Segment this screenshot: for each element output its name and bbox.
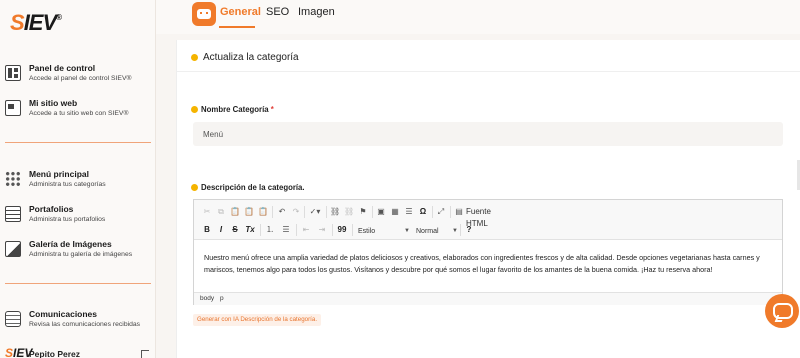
help-button[interactable]: ?	[464, 224, 474, 236]
generate-ai-button[interactable]: Generar con IA Descripción de la categor…	[193, 314, 322, 326]
path-tag-p[interactable]: p	[220, 295, 224, 302]
user-profile[interactable]: SIEV Pepito Perez	[5, 346, 153, 358]
sidebar-item-title: Portafolios	[29, 204, 74, 214]
tab-seo[interactable]: SEO	[266, 6, 289, 18]
category-name-input[interactable]	[193, 122, 783, 146]
anchor-flag-icon[interactable]: ⚑	[358, 206, 368, 218]
sidebar-item-subtitle: Revisa las comunicaciones recibidas	[29, 321, 141, 328]
sidebar-item-panel-de-control[interactable]: Panel de control Accede al panel de cont…	[5, 63, 153, 91]
sidebar-item-title: Comunicaciones	[29, 309, 98, 319]
paste-icon[interactable]: 📋	[230, 206, 240, 218]
card-title: Actualiza la categoría	[203, 52, 299, 63]
sidebar-item-subtitle: Administra tus portafolios	[29, 216, 106, 223]
source-icon[interactable]: ▤	[454, 206, 464, 218]
horizontal-rule-icon[interactable]: ☰	[404, 206, 414, 218]
info-icon	[191, 184, 198, 191]
spellcheck-icon[interactable]: ✓▾	[308, 206, 322, 218]
info-icon	[191, 54, 198, 61]
format-select[interactable]: Normal	[416, 228, 439, 235]
editor-element-path: body p	[194, 292, 782, 305]
dashboard-icon	[5, 65, 21, 81]
undo-icon[interactable]: ↶	[276, 206, 288, 218]
italic-button[interactable]: I	[216, 224, 226, 236]
sidebar-item-subtitle: Administra tu galería de imágenes	[29, 251, 133, 258]
bullet-list-icon[interactable]: ☰	[280, 224, 292, 236]
sidebar-item-portafolios[interactable]: Portafolios Administra tus portafolios	[5, 204, 153, 232]
tab-general[interactable]: General	[220, 6, 261, 18]
sidebar-item-mi-sitio-web[interactable]: Mi sitio web Accede a tu sitio web con S…	[5, 98, 153, 126]
name-label: Nombre Categoría *	[201, 105, 274, 114]
indent-icon[interactable]: ⇥	[316, 224, 328, 236]
image-icon	[5, 241, 21, 257]
source-html-button[interactable]: Fuente HTML	[466, 206, 514, 228]
active-tab-indicator	[219, 26, 255, 28]
sidebar: SIEV® Panel de control Accede al panel d…	[0, 0, 156, 358]
rich-text-editor[interactable]: ✂ ⧉ 📋 📋 📋 ↶ ↷ ✓▾ ⛓ ⛓ ⚑ ▣ ▦ ☰ Ω ⤢ ▤ Fuent…	[193, 199, 783, 305]
bold-button[interactable]: B	[202, 224, 212, 236]
sidebar-divider	[5, 283, 151, 284]
cut-icon[interactable]: ✂	[202, 206, 212, 218]
remove-format-button[interactable]: Tx	[244, 224, 256, 236]
tab-imagen[interactable]: Imagen	[298, 6, 335, 18]
sidebar-item-title: Mi sitio web	[29, 98, 78, 108]
numbered-list-icon[interactable]: ⒈	[264, 224, 276, 236]
grid-icon	[5, 171, 21, 187]
sidebar-item-title: Galería de Imágenes	[29, 239, 112, 249]
sidebar-divider	[5, 142, 151, 143]
card-header: Actualiza la categoría	[177, 40, 800, 72]
path-tag-body[interactable]: body	[200, 295, 214, 302]
chevron-down-icon: ▼	[404, 228, 410, 234]
sidebar-item-subtitle: Administra tus categorías	[29, 181, 106, 188]
sidebar-item-galeria[interactable]: Galería de Imágenes Administra tu galerí…	[5, 239, 153, 267]
paste-word-icon[interactable]: 📋	[258, 206, 268, 218]
sidebar-item-title: Menú principal	[29, 169, 89, 179]
info-icon	[191, 106, 198, 113]
style-select[interactable]: Estilo	[358, 228, 375, 235]
editor-toolbar: ✂ ⧉ 📋 📋 📋 ↶ ↷ ✓▾ ⛓ ⛓ ⚑ ▣ ▦ ☰ Ω ⤢ ▤ Fuent…	[194, 200, 782, 240]
logout-icon[interactable]	[141, 350, 149, 358]
document-icon	[5, 206, 21, 222]
table-icon[interactable]: ▦	[390, 206, 400, 218]
sidebar-item-menu-principal[interactable]: Menú principal Administra tus categorías	[5, 169, 153, 197]
website-icon	[5, 100, 21, 116]
description-label: Descripción de la categoría.	[201, 183, 305, 192]
unlink-icon[interactable]: ⛓	[344, 206, 354, 218]
chat-support-button[interactable]	[765, 294, 799, 328]
sidebar-item-title: Panel de control	[29, 63, 96, 73]
tab-bar: General SEO Imagen	[156, 0, 800, 34]
message-icon	[5, 311, 21, 327]
siev-logo[interactable]: SIEV®	[10, 10, 62, 36]
chevron-down-icon: ▼	[452, 228, 458, 234]
blockquote-button[interactable]: 99	[336, 224, 348, 236]
strikethrough-button[interactable]: S	[230, 224, 240, 236]
maximize-icon[interactable]: ⤢	[436, 206, 446, 218]
editor-content[interactable]: Nuestro menú ofrece una amplia variedad …	[204, 252, 776, 276]
paste-text-icon[interactable]: 📋	[244, 206, 254, 218]
link-icon[interactable]: ⛓	[330, 206, 340, 218]
outdent-icon[interactable]: ⇤	[300, 224, 312, 236]
robot-icon[interactable]	[192, 2, 216, 26]
special-char-icon[interactable]: Ω	[418, 206, 428, 218]
redo-icon[interactable]: ↷	[290, 206, 302, 218]
copy-icon[interactable]: ⧉	[216, 206, 226, 218]
user-name: Pepito Perez	[29, 349, 81, 358]
sidebar-item-subtitle: Accede a tu sitio web con SIEV®	[29, 110, 129, 117]
image-insert-icon[interactable]: ▣	[376, 206, 386, 218]
sidebar-item-comunicaciones[interactable]: Comunicaciones Revisa las comunicaciones…	[5, 309, 153, 337]
sidebar-item-subtitle: Accede al panel de control SIEV®	[29, 75, 132, 82]
category-form-card: Actualiza la categoría Nombre Categoría …	[176, 40, 800, 358]
